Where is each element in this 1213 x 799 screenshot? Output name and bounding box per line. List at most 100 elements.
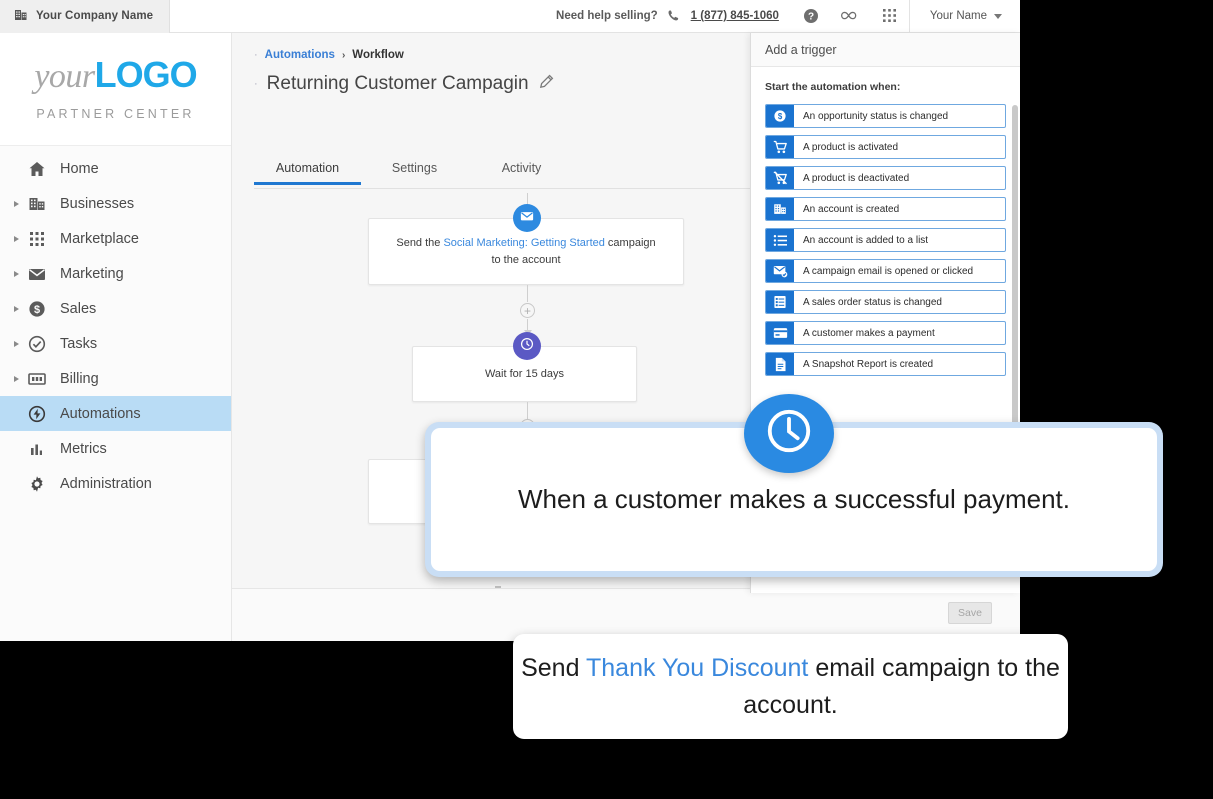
chevron-down-icon bbox=[994, 13, 1002, 19]
tab-activity[interactable]: Activity bbox=[468, 161, 575, 184]
chevron-right-icon[interactable] bbox=[10, 200, 22, 207]
trigger-option-sales-order-status[interactable]: A sales order status is changed bbox=[765, 290, 1006, 314]
connector-line bbox=[527, 285, 528, 302]
sidebar-label: Businesses bbox=[60, 195, 135, 212]
logo-logo-text: LOGO bbox=[94, 54, 198, 95]
infinity-icon[interactable] bbox=[829, 9, 871, 23]
sidebar-label: Automations bbox=[60, 405, 141, 422]
callout-action-text: Send Thank You Discount email campaign t… bbox=[513, 650, 1068, 723]
building-icon bbox=[766, 198, 794, 220]
trigger-option-label: An opportunity status is changed bbox=[803, 110, 949, 122]
building-icon bbox=[14, 7, 28, 26]
logo-block: yourLOGO PARTNER CENTER bbox=[0, 33, 231, 146]
chevron-right-icon[interactable] bbox=[10, 375, 22, 382]
breadcrumb: · Automations › Workflow bbox=[254, 49, 404, 61]
trigger-panel-subtitle: Start the automation when: bbox=[765, 81, 901, 93]
grid-dots-icon bbox=[22, 231, 52, 247]
trigger-option-product-activated[interactable]: A product is activated bbox=[765, 135, 1006, 159]
sidebar-item-marketplace[interactable]: Marketplace bbox=[0, 221, 231, 256]
user-menu[interactable]: Your Name bbox=[908, 0, 1020, 33]
gear-icon bbox=[22, 475, 52, 493]
breadcrumb-link-automations[interactable]: Automations bbox=[265, 49, 335, 61]
company-tab[interactable]: Your Company Name bbox=[0, 0, 171, 33]
callout-action-link: Thank You Discount bbox=[585, 654, 809, 683]
svg-text:?: ? bbox=[808, 12, 814, 23]
node-text: Send the Social Marketing: Getting Start… bbox=[369, 235, 683, 268]
sidebar-item-automations[interactable]: Automations bbox=[0, 396, 231, 431]
callout-clock-badge bbox=[744, 394, 834, 473]
chevron-right-icon[interactable] bbox=[10, 305, 22, 312]
dollar-circle-icon: $ bbox=[766, 105, 794, 127]
title-bullet: · bbox=[254, 78, 258, 90]
question-mark-circle-icon[interactable]: ? bbox=[793, 8, 829, 24]
trigger-option-customer-payment[interactable]: A customer makes a payment bbox=[765, 321, 1006, 345]
screenshot-stage: Your Company Name Need help selling? 1 (… bbox=[0, 0, 1213, 799]
sidebar-item-metrics[interactable]: Metrics bbox=[0, 431, 231, 466]
save-button[interactable]: Save bbox=[948, 602, 992, 624]
page-title: Returning Customer Campagin bbox=[266, 73, 529, 94]
bolt-circle-icon bbox=[22, 405, 52, 423]
building-icon bbox=[22, 195, 52, 213]
trigger-option-opportunity-status[interactable]: $ An opportunity status is changed bbox=[765, 104, 1006, 128]
trigger-option-label: A customer makes a payment bbox=[803, 327, 935, 339]
sidebar-item-marketing[interactable]: Marketing bbox=[0, 256, 231, 291]
connector-line bbox=[527, 402, 528, 419]
trigger-option-campaign-email-opened[interactable]: A campaign email is opened or clicked bbox=[765, 259, 1006, 283]
app-grid-icon[interactable] bbox=[871, 9, 909, 23]
sidebar: yourLOGO PARTNER CENTER Home Businesses … bbox=[0, 33, 232, 641]
callout-trigger-text: When a customer makes a successful payme… bbox=[517, 484, 1070, 514]
sidebar-item-billing[interactable]: Billing bbox=[0, 361, 231, 396]
company-name-label: Your Company Name bbox=[36, 10, 154, 22]
logo-subtitle: PARTNER CENTER bbox=[36, 107, 195, 121]
cart-slash-icon bbox=[766, 167, 794, 189]
callout-action-before: Send bbox=[521, 654, 586, 683]
envelope-icon bbox=[520, 209, 534, 228]
home-icon bbox=[22, 160, 52, 178]
trigger-option-label: An account is created bbox=[803, 203, 900, 215]
order-list-icon bbox=[766, 291, 794, 313]
money-bill-icon bbox=[22, 372, 52, 386]
trigger-option-product-deactivated[interactable]: A product is deactivated bbox=[765, 166, 1006, 190]
sidebar-item-administration[interactable]: Administration bbox=[0, 466, 231, 501]
sidebar-item-tasks[interactable]: Tasks bbox=[0, 326, 231, 361]
sidebar-item-sales[interactable]: $ Sales bbox=[0, 291, 231, 326]
trigger-panel-header: Add a trigger bbox=[751, 33, 1020, 67]
svg-text:$: $ bbox=[34, 304, 40, 316]
help-group: Need help selling? 1 (877) 845-1060 bbox=[556, 9, 793, 24]
trigger-option-snapshot-report[interactable]: A Snapshot Report is created bbox=[765, 352, 1006, 376]
node-campaign-link[interactable]: Social Marketing: Getting Started bbox=[443, 237, 604, 249]
node-badge-clock[interactable] bbox=[513, 332, 541, 360]
trigger-option-account-created[interactable]: An account is created bbox=[765, 197, 1006, 221]
top-bar-right: Need help selling? 1 (877) 845-1060 ? Yo… bbox=[556, 0, 1020, 33]
trigger-panel-scrollbar[interactable] bbox=[1012, 105, 1018, 425]
sidebar-item-home[interactable]: Home bbox=[0, 151, 231, 186]
sidebar-label: Marketing bbox=[60, 265, 124, 282]
tab-automation[interactable]: Automation bbox=[254, 161, 361, 185]
phone-icon bbox=[667, 9, 682, 24]
chevron-right-icon[interactable] bbox=[10, 340, 22, 347]
clock-icon bbox=[520, 337, 534, 356]
tab-settings[interactable]: Settings bbox=[361, 161, 468, 184]
breadcrumb-separator: › bbox=[341, 49, 346, 61]
shopping-cart-icon bbox=[766, 136, 794, 158]
sidebar-item-businesses[interactable]: Businesses bbox=[0, 186, 231, 221]
svg-text:$: $ bbox=[778, 112, 783, 121]
sidebar-label: Tasks bbox=[60, 335, 98, 352]
trigger-option-account-added-to-list[interactable]: An account is added to a list bbox=[765, 228, 1006, 252]
trigger-option-label: An account is added to a list bbox=[803, 234, 929, 246]
sidebar-label: Home bbox=[60, 160, 99, 177]
breadcrumb-current: Workflow bbox=[352, 49, 404, 61]
phone-number-link[interactable]: 1 (877) 845-1060 bbox=[691, 10, 779, 22]
clock-icon bbox=[764, 406, 814, 461]
chevron-right-icon[interactable] bbox=[10, 270, 22, 277]
chevron-right-icon[interactable] bbox=[10, 235, 22, 242]
add-step-button[interactable]: + bbox=[520, 303, 535, 318]
trigger-option-label: A Snapshot Report is created bbox=[803, 358, 934, 370]
node-badge-envelope[interactable] bbox=[513, 204, 541, 232]
sidebar-label: Metrics bbox=[60, 440, 107, 457]
envelope-icon bbox=[22, 265, 52, 283]
sidebar-label: Billing bbox=[60, 370, 99, 387]
document-icon bbox=[766, 353, 794, 375]
dollar-circle-icon: $ bbox=[22, 300, 52, 318]
pencil-icon[interactable] bbox=[538, 74, 554, 95]
